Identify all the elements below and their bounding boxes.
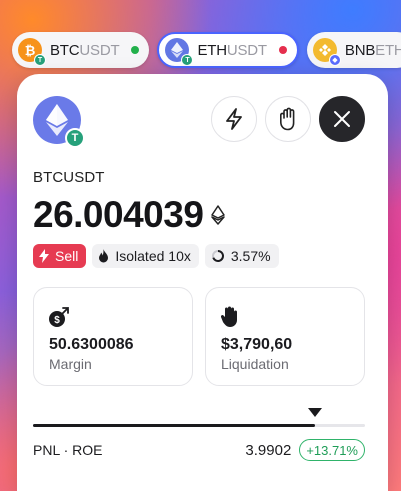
ticker-chip-bnbeth[interactable]: ◆ BNBETH (306, 32, 401, 68)
ticker-strip: ₿ T BTCUSDT T ETHUSDT ◆ BNBETH (12, 32, 401, 68)
flame-icon (99, 249, 109, 263)
pnl-row: PNL · ROE 3.9902 +13.71% (33, 439, 365, 461)
ticker-label: ETHUSDT (197, 41, 267, 59)
pnl-value: 3.9902 (245, 441, 292, 459)
margin-card: $ 50.6300086 Margin (33, 287, 193, 386)
progress-fill (33, 424, 316, 427)
ticker-chip-ethusdt[interactable]: T ETHUSDT (157, 32, 299, 68)
bnb-icon: ◆ (312, 38, 341, 66)
liquidation-card: $3,790,60 Liquidation (205, 287, 365, 386)
position-tags: Sell Isolated 10x 3.57% (33, 244, 279, 268)
progress-marker-icon (308, 408, 323, 417)
position-card: T BTCUSDT 26.004039 Sell Isolated 10x 3.… (17, 74, 388, 491)
pair-name: BTCUSDT (33, 169, 105, 186)
price-row: 26.004039 (33, 194, 226, 236)
tether-icon: T (65, 128, 85, 148)
progress-track (33, 424, 365, 427)
ethereum-badge-icon: ◆ (328, 54, 341, 66)
svg-text:$: $ (54, 315, 60, 326)
lightning-button[interactable] (211, 96, 257, 142)
ethereum-icon (211, 205, 226, 225)
hand-stop-icon (220, 306, 237, 327)
ticker-label: BTCUSDT (50, 41, 120, 59)
close-icon (334, 111, 350, 127)
pnl-label: PNL · ROE (33, 442, 103, 458)
lightning-icon (226, 108, 242, 130)
liquidation-value: $3,790,60 (221, 336, 293, 353)
margin-value: 50.6300086 (49, 336, 134, 353)
ethereum-avatar-icon: T (33, 96, 85, 148)
status-dot (131, 46, 140, 54)
liquidation-label: Liquidation (221, 356, 289, 372)
roe-badge: +13.71% (299, 439, 365, 461)
margin-mode-badge: Isolated 10x (92, 244, 199, 268)
progress-ring-icon (211, 250, 224, 262)
margin-label: Margin (49, 356, 92, 372)
ethereum-icon: T (165, 38, 194, 66)
hand-icon (280, 107, 295, 131)
hand-button[interactable] (265, 96, 311, 142)
tether-icon: T (34, 54, 46, 66)
tether-icon: T (181, 54, 194, 66)
status-dot (278, 46, 287, 54)
lightning-icon (39, 249, 49, 263)
pnl-values: 3.9902 +13.71% (245, 439, 365, 461)
price-value: 26.004039 (33, 194, 204, 235)
ticker-chip-btcusdt[interactable]: ₿ T BTCUSDT (12, 32, 150, 68)
sell-badge: Sell (33, 244, 87, 268)
close-button[interactable] (319, 96, 365, 142)
bitcoin-icon: ₿ T (18, 38, 46, 66)
percent-badge: 3.57% (204, 244, 279, 268)
ticker-label: BNBETH (344, 41, 401, 59)
coin-arrow-icon: $ (49, 307, 69, 327)
